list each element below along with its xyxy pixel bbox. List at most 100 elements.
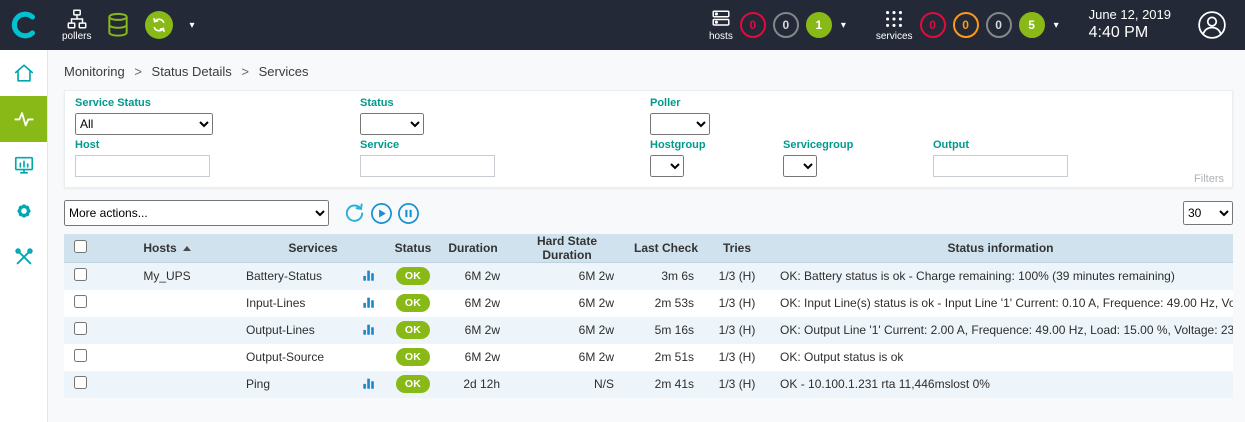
hosts-menu[interactable]: hosts (709, 8, 733, 42)
row-checkbox[interactable] (74, 295, 87, 308)
poller-label: Poller (650, 97, 681, 109)
service-cell[interactable]: Ping (238, 371, 350, 398)
play-button[interactable] (370, 202, 393, 225)
service-input[interactable] (360, 155, 495, 177)
graph-icon[interactable] (362, 268, 376, 282)
sidebar-item-home[interactable] (0, 50, 47, 96)
monitoring-pulse-icon (13, 108, 35, 130)
column-header-duration[interactable]: Duration (438, 234, 508, 263)
duration-cell: 6M 2w (438, 317, 508, 344)
status-information-cell: OK: Battery status is ok - Charge remain… (768, 263, 1233, 290)
column-header-hard-state-duration[interactable]: Hard State Duration (508, 234, 626, 263)
hosts-up-badge[interactable]: 1 (806, 12, 832, 38)
pollers-menu[interactable]: pollers (62, 8, 91, 42)
sidebar (0, 50, 48, 422)
services-menu[interactable]: services (876, 8, 913, 42)
tries-cell: 1/3 (H) (706, 317, 768, 344)
filter-panel: Service Status All Status Poller Host Se… (64, 90, 1233, 188)
column-header-last-check[interactable]: Last Check (626, 234, 706, 263)
duration-cell: 2d 12h (438, 371, 508, 398)
hosts-icon (710, 8, 732, 30)
reports-chart-icon (13, 154, 35, 176)
play-icon (370, 202, 393, 225)
sidebar-item-monitoring[interactable] (0, 96, 47, 142)
column-header-hosts[interactable]: Hosts (96, 234, 238, 263)
service-cell[interactable]: Battery-Status (238, 263, 350, 290)
services-warning-badge[interactable]: 0 (953, 12, 979, 38)
service-cell[interactable]: Output-Lines (238, 317, 350, 344)
services-label: services (876, 31, 913, 42)
last-check-cell: 2m 51s (626, 344, 706, 371)
page-size-select[interactable]: 30 (1183, 201, 1233, 225)
sidebar-item-administration[interactable] (0, 234, 47, 280)
chevron-down-icon[interactable]: ▾ (841, 20, 846, 31)
host-input[interactable] (75, 155, 210, 177)
poller-status-ok-icon[interactable] (145, 11, 173, 39)
last-check-cell: 2m 41s (626, 371, 706, 398)
database-status-icon[interactable] (105, 12, 131, 38)
service-cell[interactable]: Input-Lines (238, 290, 350, 317)
user-icon (1197, 10, 1227, 40)
services-unknown-badge[interactable]: 0 (986, 12, 1012, 38)
service-label: Service (360, 139, 399, 151)
graph-icon[interactable] (362, 295, 376, 309)
breadcrumb-item-monitoring[interactable]: Monitoring (64, 64, 125, 79)
select-all-checkbox[interactable] (74, 240, 87, 253)
service-cell[interactable]: Output-Source (238, 344, 350, 371)
hostgroup-select[interactable] (650, 155, 684, 177)
column-header-status[interactable]: Status (388, 234, 438, 263)
pollers-label: pollers (62, 31, 91, 42)
host-cell (96, 344, 238, 371)
row-checkbox[interactable] (74, 322, 87, 335)
refresh-button[interactable] (343, 202, 366, 225)
hosts-down-badge[interactable]: 0 (740, 12, 766, 38)
last-check-cell: 5m 16s (626, 317, 706, 344)
sidebar-item-reporting[interactable] (0, 142, 47, 188)
tries-cell: 1/3 (H) (706, 290, 768, 317)
status-information-cell: OK: Output Line '1' Current: 2.00 A, Fre… (768, 317, 1233, 344)
sidebar-item-configuration[interactable] (0, 188, 47, 234)
services-critical-badge[interactable]: 0 (920, 12, 946, 38)
breadcrumb-separator: > (241, 64, 249, 79)
graph-icon[interactable] (362, 376, 376, 390)
breadcrumb-item-status-details[interactable]: Status Details (152, 64, 232, 79)
hard-state-duration-cell: 6M 2w (508, 290, 626, 317)
duration-cell: 6M 2w (438, 263, 508, 290)
refresh-icon (343, 202, 366, 225)
row-checkbox[interactable] (74, 376, 87, 389)
tries-cell: 1/3 (H) (706, 263, 768, 290)
column-header-status-information[interactable]: Status information (768, 234, 1233, 263)
servicegroup-select[interactable] (783, 155, 817, 177)
hosts-unreachable-badge[interactable]: 0 (773, 12, 799, 38)
services-ok-badge[interactable]: 5 (1019, 12, 1045, 38)
row-checkbox[interactable] (74, 268, 87, 281)
centreon-logo[interactable] (0, 0, 48, 50)
sync-icon (151, 17, 167, 33)
gear-icon (13, 200, 35, 222)
status-badge: OK (396, 348, 430, 366)
host-label: Host (75, 139, 99, 151)
pollers-icon (66, 8, 88, 30)
hostgroup-label: Hostgroup (650, 139, 706, 151)
breadcrumb-item-services[interactable]: Services (259, 64, 309, 79)
chevron-down-icon[interactable]: ▾ (189, 20, 194, 31)
last-check-cell: 2m 53s (626, 290, 706, 317)
user-profile-button[interactable] (1197, 10, 1227, 40)
status-select[interactable] (360, 113, 424, 135)
host-cell[interactable]: My_UPS (96, 263, 238, 290)
pause-button[interactable] (397, 202, 420, 225)
column-header-tries[interactable]: Tries (706, 234, 768, 263)
row-checkbox[interactable] (74, 349, 87, 362)
table-row: Input-Lines OK 6M 2w 6M 2w 2m 53s 1/3 (H… (64, 290, 1233, 317)
chevron-down-icon[interactable]: ▾ (1054, 20, 1059, 31)
hosts-label: hosts (709, 31, 733, 42)
poller-select[interactable] (650, 113, 710, 135)
graph-icon[interactable] (362, 322, 376, 336)
actions-toolbar: More actions... (64, 200, 1233, 226)
service-status-select[interactable]: All (75, 113, 213, 135)
output-input[interactable] (933, 155, 1068, 177)
topbar: pollers ▾ (0, 0, 1245, 50)
database-icon (105, 12, 131, 38)
column-header-services[interactable]: Services (238, 234, 388, 263)
more-actions-select[interactable]: More actions... (64, 200, 329, 226)
